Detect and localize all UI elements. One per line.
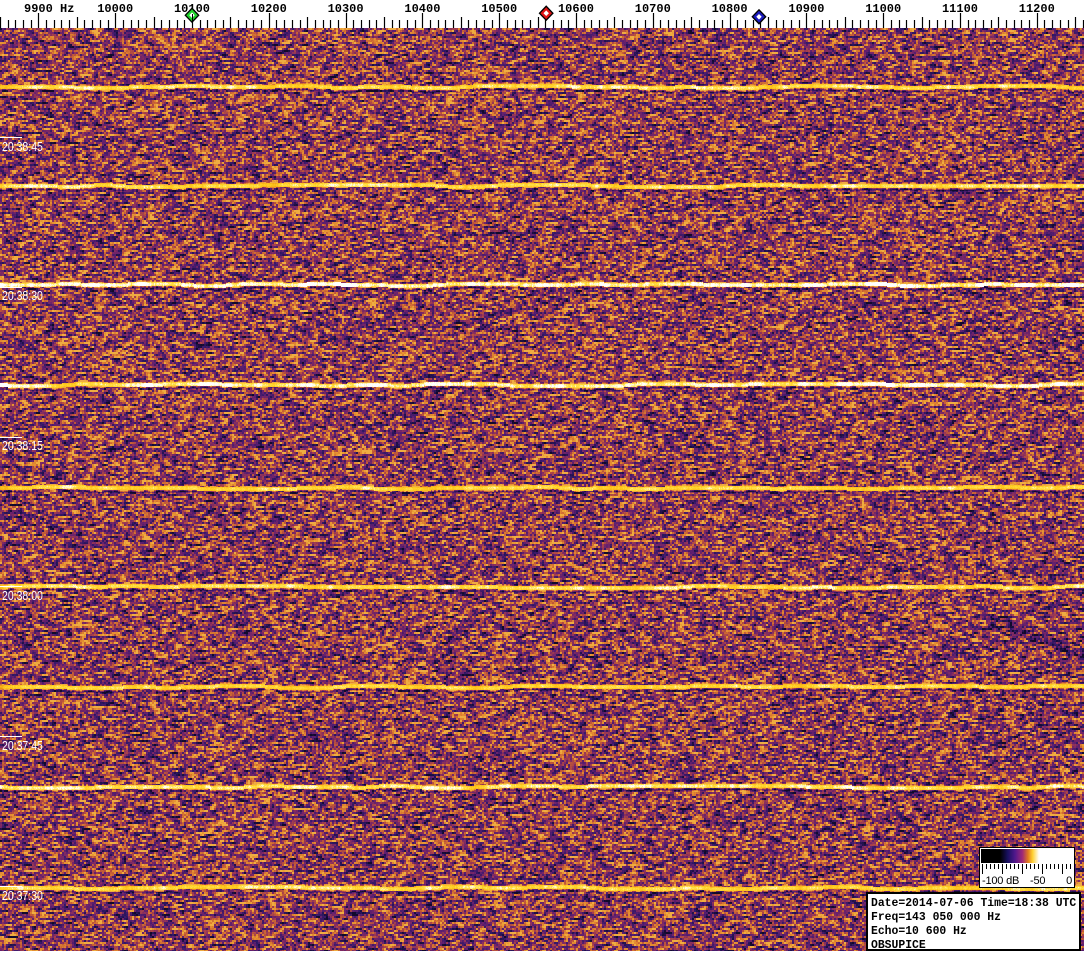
svg-text:11100: 11100 <box>942 2 978 16</box>
svg-text:10000: 10000 <box>97 2 133 16</box>
svg-text:10300: 10300 <box>328 2 364 16</box>
svg-text:10600: 10600 <box>558 2 594 16</box>
svg-text:9900 Hz: 9900 Hz <box>24 2 74 16</box>
svg-text:10900: 10900 <box>788 2 824 16</box>
svg-text:10800: 10800 <box>712 2 748 16</box>
svg-text:11000: 11000 <box>865 2 901 16</box>
svg-text:11200: 11200 <box>1019 2 1055 16</box>
svg-text:10200: 10200 <box>251 2 287 16</box>
svg-text:10500: 10500 <box>481 2 517 16</box>
svg-text:10700: 10700 <box>635 2 671 16</box>
svg-text:10400: 10400 <box>404 2 440 16</box>
